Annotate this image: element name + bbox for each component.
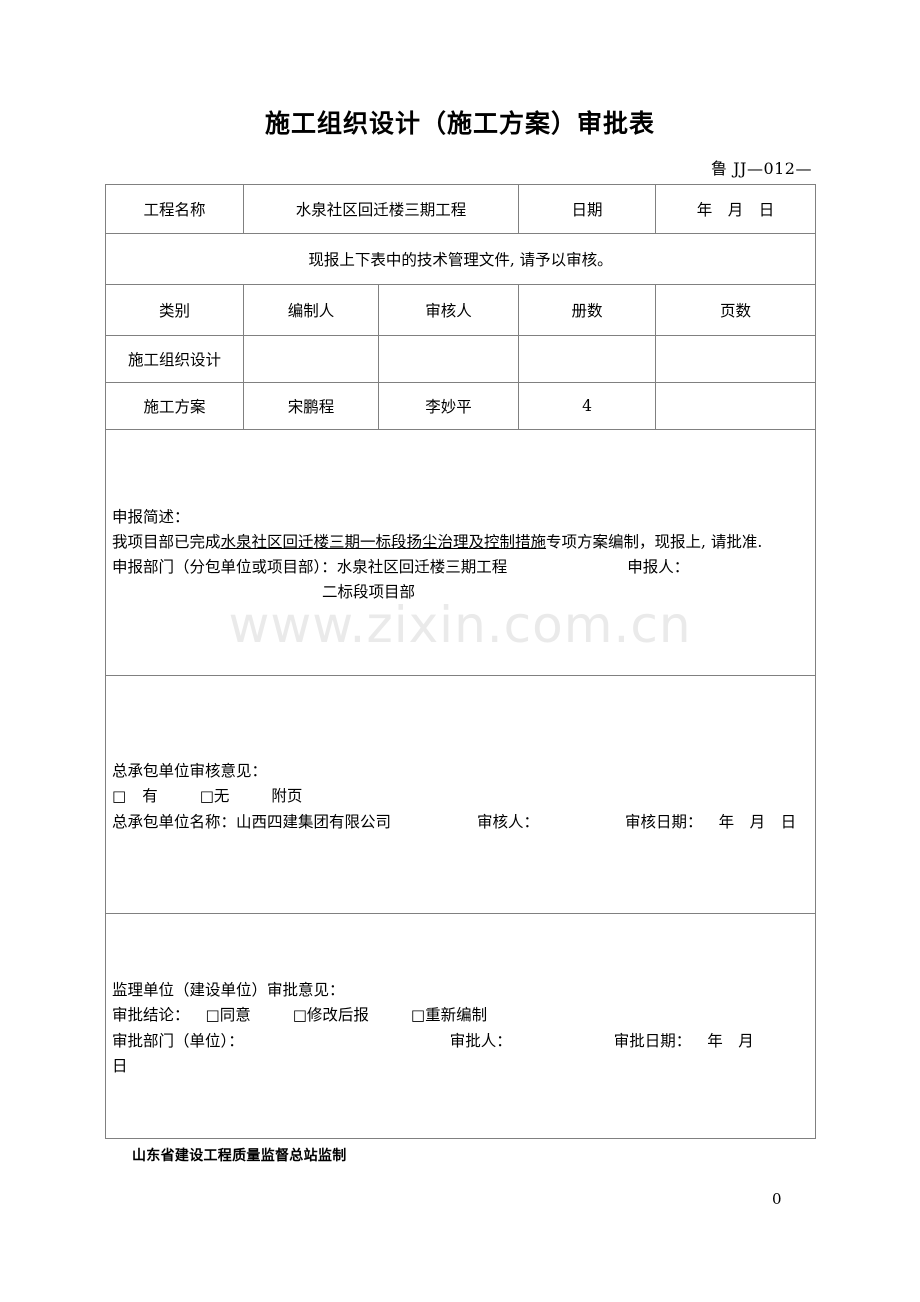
contractor-name-line: 总承包单位名称：山西四建集团有限公司 审核人： 审核日期： 年 月 日 [112, 810, 815, 835]
supervisor-heading: 监理单位（建设单位）审批意见： [112, 981, 345, 1000]
checkbox-revise[interactable]: □ [293, 1006, 307, 1024]
application-prefix: 我项目部已完成 [112, 532, 221, 551]
supervisor-approver-label: 审批人： [449, 1031, 512, 1050]
project-name-label: 工程名称 [105, 184, 244, 234]
application-heading: 申报简述： [112, 507, 190, 526]
date-label: 日期 [518, 184, 657, 234]
cell-volumes[interactable]: 4 [518, 382, 657, 430]
application-statement: 我项目部已完成水泉社区回迁楼三期一标段扬尘治理及控制措施专项方案编制，现报上, … [112, 530, 815, 555]
application-dept-value-2: 二标段项目部 [322, 583, 416, 602]
label-attachment: 附页 [271, 787, 303, 806]
label-agree: 同意 [219, 1006, 251, 1025]
conclusion-label: 审批结论： [112, 1006, 190, 1025]
footer-note: 山东省建设工程质量监督总站监制 [132, 1148, 347, 1164]
table-row-application: 申报简述： 我项目部已完成水泉社区回迁楼三期一标段扬尘治理及控制措施专项方案编制… [104, 429, 817, 676]
application-dept-label: 申报部门（分包单位或项目部）： [112, 558, 337, 576]
cell-preparer[interactable]: 宋鹏程 [243, 382, 379, 430]
contractor-reviewer-label: 审核人： [477, 812, 540, 831]
application-dept-line: 申报部门（分包单位或项目部）：水泉社区回迁楼三期工程 申报人： [112, 555, 815, 580]
note-text: 现报上下表中的技术管理文件, 请予以审核。 [104, 233, 817, 285]
cell-category: 施工组织设计 [105, 335, 244, 383]
supervisor-dept-line: 审批部门（单位）： 审批人： 审批日期： 年 月 [112, 1029, 815, 1054]
label-rewrite: 重新编制 [425, 1006, 488, 1025]
supervisor-date-value[interactable]: 年 月 [707, 1032, 754, 1050]
supervisor-date-line2: 日 [112, 1056, 128, 1075]
contractor-date-value[interactable]: 年 月 日 [719, 813, 797, 831]
document-page: 施工组织设计（施工方案）审批表 鲁 JJ—012— www.zixin.com.… [0, 0, 920, 1302]
supervisor-block[interactable]: 监理单位（建设单位）审批意见： 审批结论： □同意 □修改后报 □重新编制 审批部门（… [104, 913, 817, 1139]
application-dept-value: 水泉社区回迁楼三期工程 [336, 558, 508, 576]
label-revise: 修改后报 [306, 1006, 369, 1025]
contractor-name-value: 山西四建集团有限公司 [236, 812, 392, 831]
application-suffix: 专项方案编制，现报上, 请批准. [546, 532, 763, 551]
label-option-yes: 有 [142, 787, 158, 806]
cell-volumes[interactable] [518, 335, 657, 383]
checkbox-has-attachment[interactable]: □ [112, 787, 126, 805]
contractor-name-label: 总承包单位名称： [112, 812, 237, 831]
cell-reviewer[interactable]: 李妙平 [377, 382, 520, 430]
supervisor-conclusion: 审批结论： □同意 □修改后报 □重新编制 [112, 1003, 815, 1028]
application-block[interactable]: 申报简述： 我项目部已完成水泉社区回迁楼三期一标段扬尘治理及控制措施专项方案编制… [104, 429, 817, 676]
application-dept-line2: 二标段项目部 [112, 580, 815, 605]
header-pages: 页数 [655, 284, 817, 336]
contractor-options: □ 有 □无 附页 [112, 784, 815, 809]
cell-pages[interactable] [655, 335, 817, 383]
header-preparer: 编制人 [243, 284, 379, 336]
cell-reviewer[interactable] [377, 335, 520, 383]
cell-category: 施工方案 [105, 382, 244, 430]
cell-pages[interactable] [655, 382, 817, 430]
table-row-project: 工程名称 水泉社区回迁楼三期工程 日期 年 月 日 [105, 184, 817, 234]
label-option-no: 无 [213, 787, 230, 806]
supervisor-dept-label: 审批部门（单位）： [112, 1031, 244, 1050]
header-reviewer: 审核人 [377, 284, 520, 336]
contractor-block[interactable]: 总承包单位审核意见： □ 有 □无 附页 总承包单位名称：山西四建集团有限公司 审核人：… [104, 675, 817, 914]
header-volumes: 册数 [518, 284, 657, 336]
table-row-note: 现报上下表中的技术管理文件, 请予以审核。 [104, 233, 817, 285]
project-name-value: 水泉社区回迁楼三期工程 [242, 184, 520, 234]
supervisor-date-label: 审批日期： [613, 1031, 692, 1050]
applicant-label: 申报人： [627, 558, 690, 576]
page-number: 0 [772, 1190, 782, 1208]
checkbox-rewrite[interactable]: □ [411, 1006, 425, 1024]
table-row-supervisor: 监理单位（建设单位）审批意见： 审批结论： □同意 □修改后报 □重新编制 审批部门（… [104, 913, 817, 1139]
form-code: 鲁 JJ—012— [711, 159, 812, 178]
checkbox-agree[interactable]: □ [206, 1006, 220, 1024]
application-subject: 水泉社区回迁楼三期一标段扬尘治理及控制措施 [220, 532, 547, 551]
page-title: 施工组织设计（施工方案）审批表 [264, 109, 655, 138]
checkbox-no-attachment[interactable]: □ [200, 787, 214, 805]
approval-form-table: 工程名称 水泉社区回迁楼三期工程 日期 年 月 日 现报上下表中的技术管理文件,… [104, 184, 817, 1139]
table-row: 施工方案 宋鹏程 李妙平 4 [105, 382, 817, 430]
contractor-date-label: 审核日期： [625, 812, 703, 831]
cell-preparer[interactable] [243, 335, 379, 383]
date-value[interactable]: 年 月 日 [655, 184, 817, 234]
table-row-contractor: 总承包单位审核意见： □ 有 □无 附页 总承包单位名称：山西四建集团有限公司 审核人：… [104, 675, 817, 914]
table-row: 施工组织设计 [105, 335, 817, 383]
table-row-headers: 类别 编制人 审核人 册数 页数 [105, 284, 817, 336]
contractor-heading: 总承包单位审核意见： [112, 762, 268, 781]
header-category: 类别 [105, 284, 244, 336]
